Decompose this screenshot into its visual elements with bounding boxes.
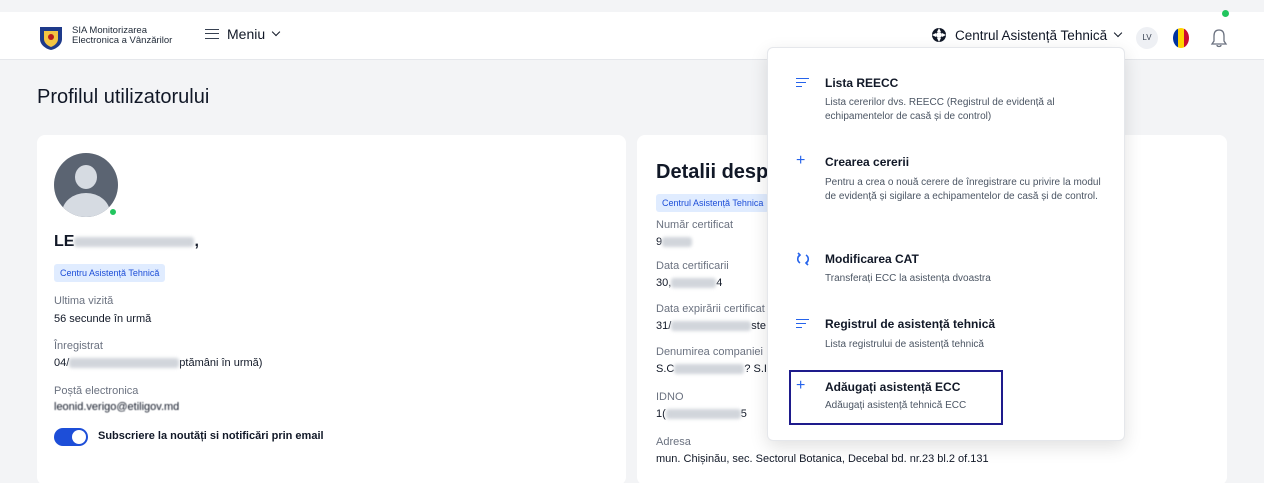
expiry-start: 31/	[656, 320, 672, 332]
subscribe-toggle[interactable]	[54, 428, 88, 446]
menu-item-title: Lista REECC	[825, 76, 899, 90]
email-value: leonid.verigo@etiligov.md	[54, 401, 180, 413]
menu-item-title: Crearea cererii	[825, 155, 910, 169]
menu-item-lista-reecc[interactable]: Lista REECC Lista cererilor dvs. REECC (…	[768, 68, 1124, 138]
cert-date-label: Data certificarii	[656, 260, 729, 272]
menu-button[interactable]: Meniu	[205, 26, 281, 42]
last-visit-label: Ultima vizită	[54, 295, 114, 307]
avatar	[54, 153, 118, 217]
center-dropdown-button[interactable]: Centrul Asistență Tehnică	[931, 27, 1123, 43]
menu-item-desc: Transferați ECC la asistența dvoastra	[825, 273, 991, 284]
chevron-down-icon	[1113, 28, 1123, 38]
idno-end: 5	[740, 408, 747, 420]
cert-date-start: 30,	[656, 277, 672, 289]
subscribe-label: Subscriere la noutăți si notificări prin…	[98, 430, 324, 442]
company-value: S.C ? S.I	[656, 363, 767, 375]
language-flag-icon[interactable]	[1173, 28, 1189, 48]
last-visit-value: 56 secunde în urmă	[54, 313, 152, 325]
user-name: LE,	[54, 233, 199, 251]
user-name-prefix: LE	[54, 233, 75, 250]
idno-value: 1( 5	[656, 408, 747, 420]
registered-label: Înregistrat	[54, 340, 103, 352]
idno-start: 1(	[656, 408, 666, 420]
chevron-down-icon	[271, 27, 281, 37]
profile-card: LE, Centru Asistență Tehnică Ultima vizi…	[37, 135, 626, 483]
company-start: S.C	[656, 363, 675, 375]
menu-item-desc: Pentru a crea o nouă cerere de înregistr…	[825, 177, 1101, 202]
user-initials-avatar[interactable]: LV	[1136, 27, 1158, 49]
hamburger-icon	[205, 29, 219, 39]
cert-date-value: 30, 4	[656, 277, 722, 289]
menu-item-title: Modificarea CAT	[825, 252, 919, 266]
cert-number-label: Număr certificat	[656, 219, 734, 231]
refresh-icon	[796, 252, 812, 266]
plus-icon: +	[796, 152, 806, 169]
coat-of-arms-logo[interactable]	[37, 25, 65, 51]
online-status-dot	[108, 207, 118, 217]
company-end: ? S.I	[744, 363, 767, 375]
role-badge: Centru Asistență Tehnică	[54, 264, 166, 282]
menu-item-crearea-cererii[interactable]: + Crearea cererii Pentru a crea o nouă c…	[768, 148, 1124, 233]
registered-value: 04/ptămâni în urmă)	[54, 357, 262, 369]
company-label: Denumirea companiei	[656, 346, 763, 358]
menu-item-title: Registrul de asistență tehnică	[825, 317, 996, 331]
menu-item-registrul-asistenta[interactable]: Registrul de asistență tehnică Lista reg…	[768, 310, 1124, 355]
bell-icon[interactable]	[1210, 27, 1228, 49]
expiry-value: 31/ste 8 o	[656, 320, 784, 332]
brand-line-2: Electronica a Vânzărilor	[72, 35, 173, 46]
menu-item-desc: Lista cererilor dvs. REECC (Registrul de…	[825, 97, 1055, 122]
expiry-label: Data expirării certificat	[656, 303, 765, 315]
menu-item-modificarea-cat[interactable]: Modificarea CAT Transferați ECC la asist…	[768, 246, 1124, 291]
center-label: Centrul Asistență Tehnică	[955, 27, 1108, 43]
brand-name[interactable]: SIA Monitorizarea Electronica a Vânzăril…	[72, 26, 172, 46]
registered-value-end: ptămâni în urmă)	[179, 357, 263, 369]
menu-item-desc: Lista registrului de asistență tehnică	[825, 339, 984, 350]
email-label: Poștă electronica	[54, 385, 139, 397]
address-value: mun. Chișinău, sec. Sectorul Botanica, D…	[656, 453, 989, 465]
registered-value-start: 04/	[54, 357, 70, 369]
list-icon	[796, 78, 812, 92]
page-title: Profilul utilizatorului	[37, 86, 210, 108]
support-lifebuoy-icon	[932, 28, 946, 42]
idno-label: IDNO	[656, 391, 684, 403]
highlight-box	[789, 370, 1003, 425]
list-icon	[796, 319, 812, 333]
notification-dot	[1222, 10, 1229, 17]
cert-number-value: 9	[656, 236, 693, 248]
address-label: Adresa	[656, 436, 691, 448]
cert-date-end: 4	[716, 277, 723, 289]
user-name-suffix: ,	[194, 233, 199, 250]
details-badge: Centrul Asistență Tehnica	[656, 194, 770, 212]
menu-label: Meniu	[227, 26, 266, 42]
